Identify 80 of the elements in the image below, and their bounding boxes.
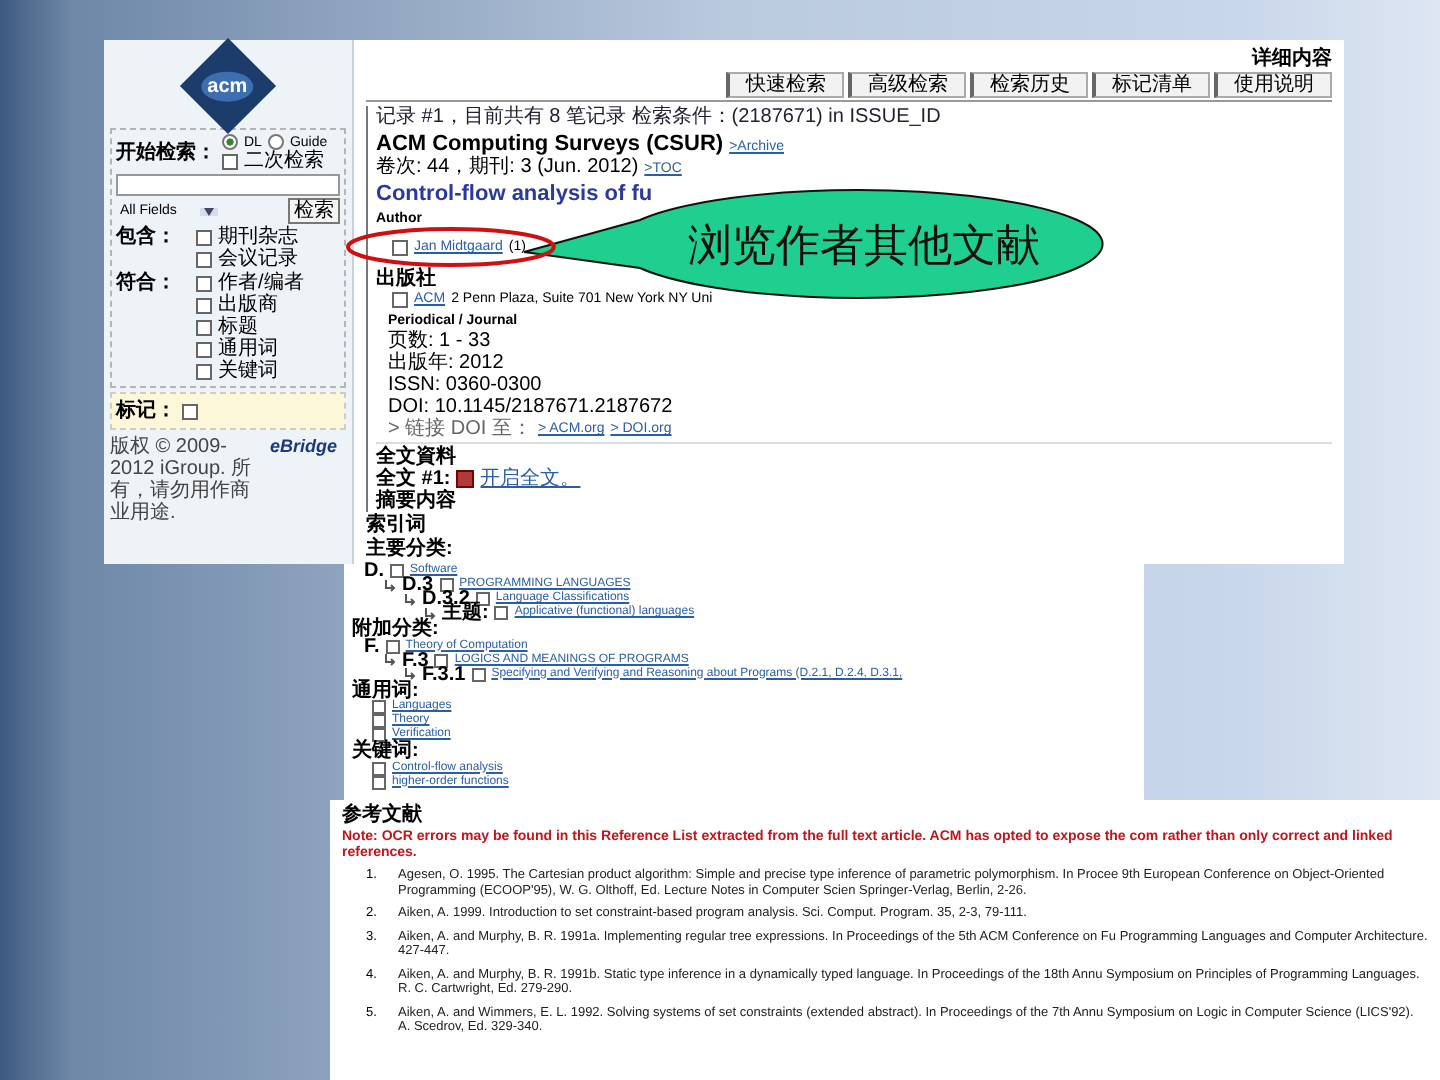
checkbox[interactable] [196,297,212,313]
record-summary: 记录 #1，目前共有 8 笔记录 检索条件：(2187671) in ISSUE_ID [376,106,941,130]
section-heading: 全文資料 [376,446,456,468]
checkbox[interactable] [196,319,212,335]
fulltext-label: 全文 #1: [376,468,451,490]
checkbox[interactable] [439,578,454,592]
checkbox-label: 二次检索 [244,150,324,172]
checkbox[interactable] [494,606,509,620]
checkbox-label: 关键词 [218,360,278,382]
brand-logo: eBridge [270,436,338,456]
tab[interactable]: 检索历史 [970,72,1088,98]
caret-icon [200,207,219,215]
marked-label: 标记： [116,400,176,422]
fulltext-link[interactable]: 开启全文。 [480,468,581,490]
checkbox[interactable] [196,275,212,291]
section-heading: 索引词 [366,514,426,536]
checkbox[interactable] [392,291,408,307]
search-field[interactable] [116,174,340,196]
arrow-icon [404,593,416,605]
checkbox-label: 作者/编者 [218,272,304,294]
article-title: Control-flow analysis of fu [376,182,653,208]
checkbox-label: 标题 [218,316,258,338]
group-label: 包含： [116,226,176,248]
checkbox[interactable] [196,341,212,357]
issue-text: 卷次: 44，期刊: 3 (Jun. 2012) [376,156,639,178]
section-heading: 摘要内容 [376,490,456,512]
arrow-icon [404,668,416,680]
class-code: F.3 [402,653,429,667]
section-heading: 附加分类: [352,620,439,639]
checkbox[interactable] [222,153,238,169]
document-icon [456,470,475,488]
detail-text: 页数: 1 - 33 [388,330,493,352]
checkbox[interactable] [471,667,486,681]
checkbox[interactable] [196,251,212,267]
tab[interactable]: 快速检索 [726,72,844,98]
checkbox[interactable] [385,639,400,653]
detail-text: ISSN: 0360-0300 [388,374,544,396]
page-title: 详细内容 [1252,44,1332,72]
publisher-label: 出版社 [376,268,436,290]
checkbox[interactable] [390,564,404,578]
class-code: F. [364,639,380,653]
radio-button[interactable] [267,134,284,150]
class-code: D.3 [402,578,434,592]
search-button[interactable]: 检索 [288,198,340,224]
checkbox[interactable] [372,761,386,775]
checkbox-label: 通用词 [218,338,278,360]
section-heading: 通用词: [352,681,419,700]
class-code: D. [364,564,384,578]
tab[interactable]: 标记清单 [1092,72,1210,98]
group-label: 符合： [116,272,176,294]
detail-text: DOI: 10.1145/2187671.2187672 [388,396,673,418]
class-code: D.3.2 [422,592,470,606]
arrow-icon [424,607,436,619]
section-heading: 参考文献 [342,804,424,826]
arrow-icon [384,654,396,666]
callout-text: 浏览作者其他文献 [688,220,1040,270]
section-heading: 主要分类: [366,538,453,560]
tab[interactable]: 使用说明 [1214,72,1332,98]
checkbox[interactable] [434,653,449,667]
detail-text: 出版年: 2012 [388,352,506,374]
checkbox[interactable] [196,229,212,245]
checkbox[interactable] [392,239,408,255]
section-heading: 关键词: [352,742,419,761]
checkbox-label: 会议记录 [218,248,298,270]
copyright-text: 版权 © 2009-2012 iGroup. 所有，请勿用作商业用途. [110,436,254,524]
checkbox[interactable] [372,714,386,728]
journal-title: ACM Computing Surveys (CSUR) [376,132,724,156]
tab[interactable]: 高级检索 [848,72,966,98]
logo-text: acm [201,71,254,101]
checkbox[interactable] [372,700,386,714]
class-code: F.3.1 [422,667,466,681]
search-label: 开始检索： [116,142,216,164]
radio-button[interactable] [222,134,238,150]
checkbox-label: 出版商 [218,294,278,316]
checkbox[interactable] [372,728,386,742]
checkbox[interactable] [182,403,198,419]
arrow-icon [384,579,396,591]
checkbox[interactable] [196,363,212,379]
doi-label: > 链接 DOI 至： [388,418,532,440]
checkbox-label: 期刊杂志 [218,226,298,248]
